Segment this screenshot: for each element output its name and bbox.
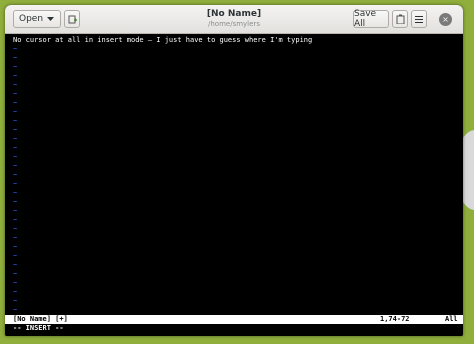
tilde-line: ~ bbox=[13, 243, 18, 251]
tilde-line: ~ bbox=[13, 45, 18, 53]
tilde-line: ~ bbox=[13, 72, 18, 80]
close-icon: × bbox=[442, 15, 449, 24]
tilde-line: ~ bbox=[13, 216, 18, 224]
new-tab-button[interactable] bbox=[64, 10, 80, 28]
tilde-line: ~ bbox=[13, 279, 18, 287]
tilde-line: ~ bbox=[13, 198, 18, 206]
tilde-line: ~ bbox=[13, 90, 18, 98]
text-line: No cursor at all in insert mode — I just… bbox=[13, 36, 313, 44]
tilde-line: ~ bbox=[13, 54, 18, 62]
open-button-label: Open bbox=[19, 14, 44, 24]
tilde-line: ~ bbox=[13, 162, 18, 170]
tilde-line: ~ bbox=[13, 234, 18, 242]
tilde-line: ~ bbox=[13, 108, 18, 116]
close-button[interactable]: × bbox=[439, 13, 452, 26]
editor-area[interactable]: No cursor at all in insert mode — I just… bbox=[5, 34, 463, 336]
tilde-line: ~ bbox=[13, 306, 18, 314]
tilde-line: ~ bbox=[13, 252, 18, 260]
tilde-line: ~ bbox=[13, 144, 18, 152]
tilde-line: ~ bbox=[13, 135, 18, 143]
new-document-icon bbox=[68, 15, 77, 24]
mode-indicator: -- INSERT -- bbox=[13, 324, 64, 332]
tilde-line: ~ bbox=[13, 99, 18, 107]
tilde-line: ~ bbox=[13, 207, 18, 215]
tilde-line: ~ bbox=[13, 189, 18, 197]
status-filename: [No Name] [+] bbox=[13, 315, 68, 323]
tilde-line: ~ bbox=[13, 288, 18, 296]
header-bar: Open [No Name] /home/smylers Save All × bbox=[5, 5, 463, 34]
status-line: [No Name] [+] 1,74-72 All bbox=[5, 315, 463, 324]
title-block: [No Name] /home/smylers bbox=[155, 9, 313, 29]
window-subtitle: /home/smylers bbox=[208, 20, 260, 28]
status-position: 1,74-72 bbox=[380, 315, 410, 323]
status-scroll: All bbox=[445, 315, 458, 323]
tilde-line: ~ bbox=[13, 117, 18, 125]
tilde-line: ~ bbox=[13, 153, 18, 161]
tilde-line: ~ bbox=[13, 63, 18, 71]
tilde-line: ~ bbox=[13, 180, 18, 188]
save-all-button[interactable]: Save All bbox=[353, 9, 389, 29]
tilde-line: ~ bbox=[13, 297, 18, 305]
tilde-line: ~ bbox=[13, 126, 18, 134]
hamburger-menu-icon bbox=[415, 15, 423, 23]
gvim-window: Open [No Name] /home/smylers Save All × … bbox=[5, 5, 463, 336]
chevron-down-icon bbox=[47, 16, 55, 22]
open-button[interactable]: Open bbox=[13, 10, 61, 28]
copy-button[interactable] bbox=[392, 10, 408, 28]
window-title: [No Name] bbox=[206, 9, 262, 19]
tilde-line: ~ bbox=[13, 261, 18, 269]
tilde-line: ~ bbox=[13, 81, 18, 89]
tilde-line: ~ bbox=[13, 225, 18, 233]
menu-button[interactable] bbox=[411, 10, 427, 28]
tilde-line: ~ bbox=[13, 270, 18, 278]
clipboard-icon bbox=[396, 14, 405, 24]
tilde-line: ~ bbox=[13, 171, 18, 179]
